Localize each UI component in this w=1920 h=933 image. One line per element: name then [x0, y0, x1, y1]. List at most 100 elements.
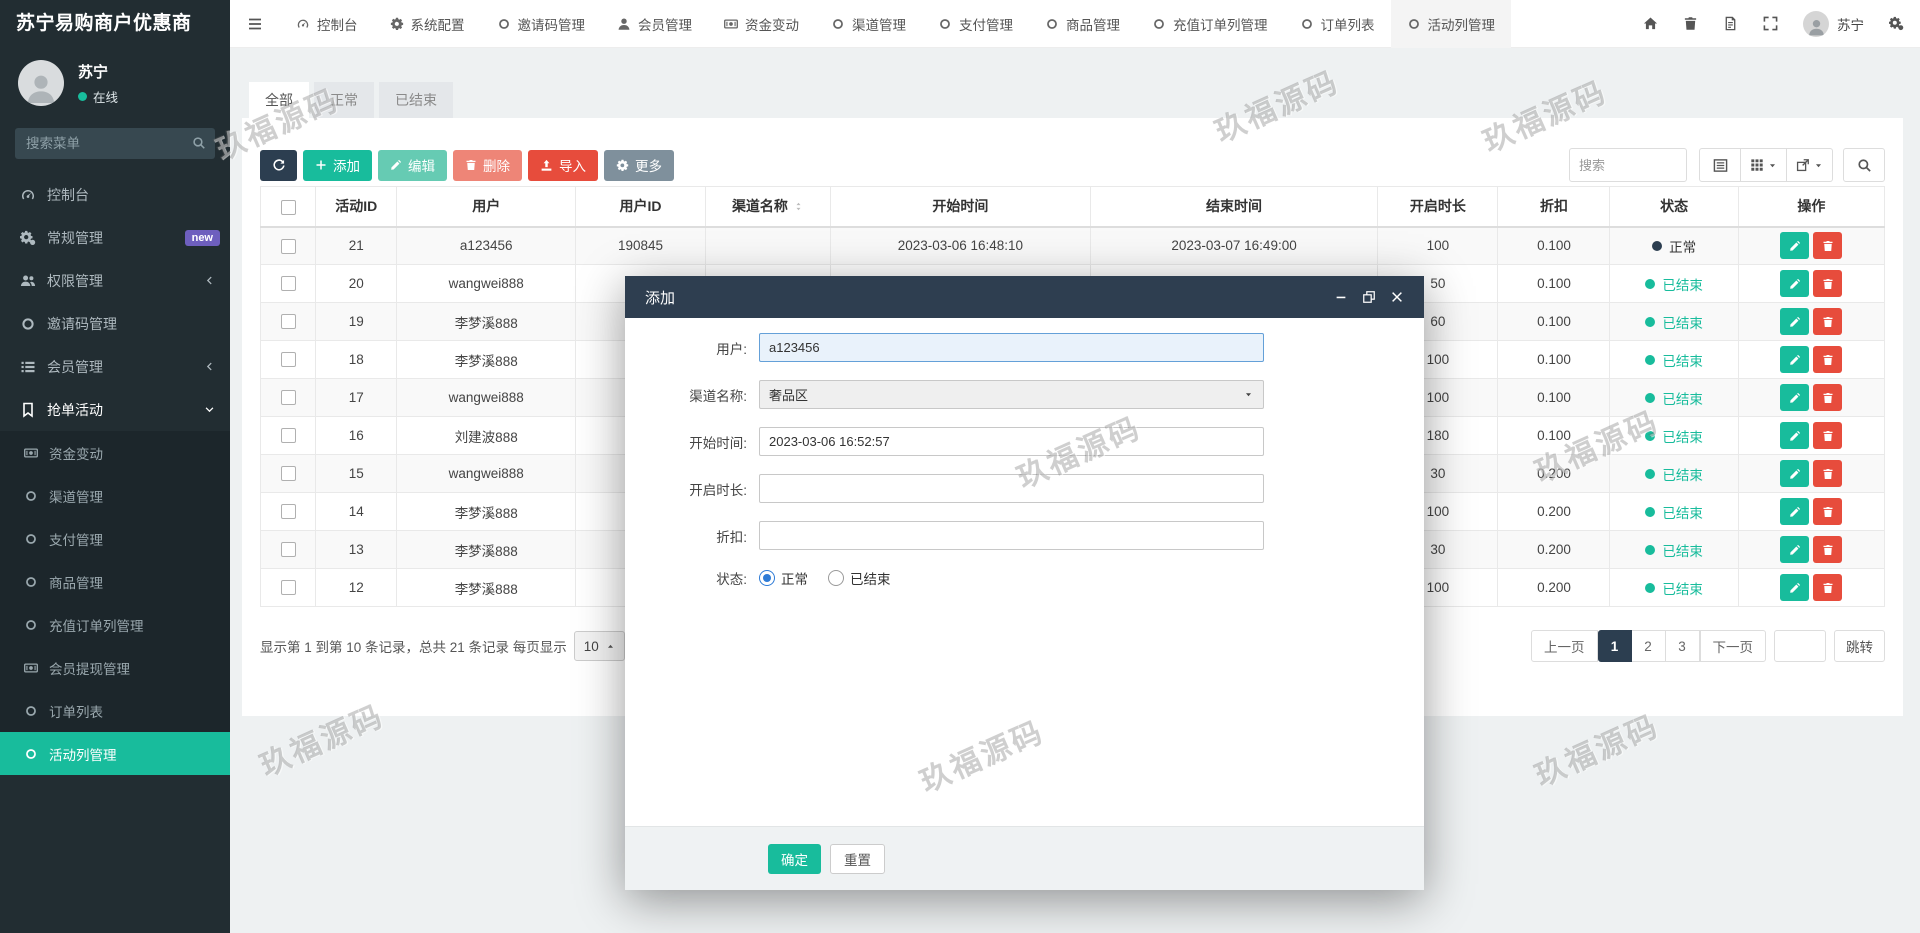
- sidebar-subitem-goods[interactable]: 商品管理: [0, 560, 230, 603]
- maximize-icon[interactable]: [1362, 290, 1376, 304]
- prev-page-button[interactable]: 上一页: [1531, 630, 1598, 662]
- sidebar-item-invite-codes[interactable]: 邀请码管理: [0, 302, 230, 345]
- sidebar-item-general[interactable]: 常规管理new: [0, 216, 230, 259]
- topnav-item-funds[interactable]: 资金变动: [708, 0, 815, 48]
- sidebar-item-dashboard[interactable]: 控制台: [0, 173, 230, 216]
- sidebar-item-grab-activity[interactable]: 抢单活动: [0, 388, 230, 431]
- dialog-header[interactable]: 添加: [625, 276, 1424, 318]
- delete-row-button[interactable]: [1813, 574, 1842, 601]
- channel-select[interactable]: 奢品区: [759, 380, 1264, 409]
- delete-row-button[interactable]: [1813, 308, 1842, 335]
- sidebar-subitem-withdrawals[interactable]: 会员提现管理: [0, 646, 230, 689]
- row-checkbox[interactable]: [281, 276, 296, 291]
- trash-icon[interactable]: [1683, 16, 1698, 31]
- import-button[interactable]: 导入: [528, 150, 598, 181]
- delete-row-button[interactable]: [1813, 270, 1842, 297]
- topnav-item-activities[interactable]: 活动列管理: [1391, 0, 1512, 48]
- topbar-user[interactable]: 苏宁: [1803, 11, 1864, 37]
- next-page-button[interactable]: 下一页: [1700, 630, 1767, 662]
- radio-ended[interactable]: 已结束: [828, 568, 891, 588]
- topnav-item-members[interactable]: 会员管理: [601, 0, 708, 48]
- delete-row-button[interactable]: [1813, 536, 1842, 563]
- export-button[interactable]: [1787, 148, 1833, 182]
- tab-normal[interactable]: 正常: [314, 82, 374, 118]
- user-field[interactable]: [759, 333, 1264, 362]
- edit-row-button[interactable]: [1780, 460, 1809, 487]
- jump-page-input[interactable]: [1774, 630, 1826, 662]
- refresh-button[interactable]: [260, 150, 297, 181]
- edit-row-button[interactable]: [1780, 536, 1809, 563]
- row-checkbox[interactable]: [281, 542, 296, 557]
- page-button-2[interactable]: 2: [1632, 630, 1666, 662]
- delete-row-button[interactable]: [1813, 232, 1842, 259]
- close-icon[interactable]: [1390, 290, 1404, 304]
- topnav-item-goods[interactable]: 商品管理: [1029, 0, 1136, 48]
- edit-row-button[interactable]: [1780, 308, 1809, 335]
- edit-row-button[interactable]: [1780, 498, 1809, 525]
- row-checkbox[interactable]: [281, 390, 296, 405]
- sidebar-subitem-funds[interactable]: 资金变动: [0, 431, 230, 474]
- search-button[interactable]: [1843, 148, 1885, 182]
- edit-row-button[interactable]: [1780, 346, 1809, 373]
- sidebar-subitem-payments[interactable]: 支付管理: [0, 517, 230, 560]
- radio-normal[interactable]: 正常: [759, 568, 808, 588]
- more-button[interactable]: 更多: [604, 150, 674, 181]
- row-checkbox[interactable]: [281, 352, 296, 367]
- clear-cache-icon[interactable]: [1723, 16, 1738, 31]
- sidebar-subitem-recharge-orders[interactable]: 充值订单列管理: [0, 603, 230, 646]
- delete-row-button[interactable]: [1813, 422, 1842, 449]
- topnav-item-dashboard[interactable]: 控制台: [280, 0, 374, 48]
- row-checkbox[interactable]: [281, 504, 296, 519]
- row-checkbox[interactable]: [281, 580, 296, 595]
- topnav-item-orders[interactable]: 订单列表: [1284, 0, 1391, 48]
- sidebar-item-permissions[interactable]: 权限管理: [0, 259, 230, 302]
- edit-row-button[interactable]: [1780, 232, 1809, 259]
- minimize-icon[interactable]: [1334, 290, 1348, 304]
- columns-button[interactable]: [1741, 148, 1787, 182]
- reset-button[interactable]: 重置: [830, 844, 885, 874]
- row-checkbox[interactable]: [281, 428, 296, 443]
- sidebar-item-members[interactable]: 会员管理: [0, 345, 230, 388]
- tab-ended[interactable]: 已结束: [379, 82, 453, 118]
- topnav-item-channels[interactable]: 渠道管理: [815, 0, 922, 48]
- sidebar-subitem-channels[interactable]: 渠道管理: [0, 474, 230, 517]
- start-time-field[interactable]: [759, 427, 1264, 456]
- edit-button[interactable]: 编辑: [378, 150, 447, 181]
- edit-row-button[interactable]: [1780, 422, 1809, 449]
- fullscreen-icon[interactable]: [1763, 16, 1778, 31]
- row-checkbox[interactable]: [281, 239, 296, 254]
- discount-field[interactable]: [759, 521, 1264, 550]
- topnav-item-payments[interactable]: 支付管理: [922, 0, 1029, 48]
- add-button[interactable]: 添加: [303, 150, 372, 181]
- jump-button[interactable]: 跳转: [1834, 630, 1885, 662]
- row-checkbox[interactable]: [281, 466, 296, 481]
- page-button-3[interactable]: 3: [1666, 630, 1700, 662]
- sidebar-subitem-orders[interactable]: 订单列表: [0, 689, 230, 732]
- table-search-input[interactable]: [1569, 148, 1687, 182]
- delete-row-button[interactable]: [1813, 384, 1842, 411]
- delete-button[interactable]: 删除: [453, 150, 522, 181]
- delete-row-button[interactable]: [1813, 346, 1842, 373]
- column-header[interactable]: 渠道名称: [705, 187, 830, 227]
- delete-row-button[interactable]: [1813, 498, 1842, 525]
- row-checkbox[interactable]: [281, 314, 296, 329]
- topnav-item-recharge-orders[interactable]: 充值订单列管理: [1136, 0, 1284, 48]
- edit-row-button[interactable]: [1780, 574, 1809, 601]
- home-icon[interactable]: [1643, 16, 1658, 31]
- confirm-button[interactable]: 确定: [768, 844, 821, 874]
- edit-row-button[interactable]: [1780, 384, 1809, 411]
- sidebar-subitem-activities[interactable]: 活动列管理: [0, 732, 230, 775]
- duration-field[interactable]: [759, 474, 1264, 503]
- detail-view-button[interactable]: [1699, 148, 1741, 182]
- delete-row-button[interactable]: [1813, 460, 1842, 487]
- topnav-item-system-config[interactable]: 系统配置: [374, 0, 481, 48]
- topnav-item-invite-codes[interactable]: 邀请码管理: [481, 0, 602, 48]
- edit-row-button[interactable]: [1780, 270, 1809, 297]
- row-checkbox[interactable]: [281, 200, 296, 215]
- sidebar-search-input[interactable]: [15, 128, 215, 159]
- settings-gear-icon[interactable]: [1889, 16, 1904, 31]
- menu-toggle[interactable]: [230, 0, 280, 48]
- page-size-select[interactable]: 10: [574, 631, 625, 661]
- tab-all[interactable]: 全部: [249, 82, 309, 118]
- page-button-1[interactable]: 1: [1598, 630, 1632, 662]
